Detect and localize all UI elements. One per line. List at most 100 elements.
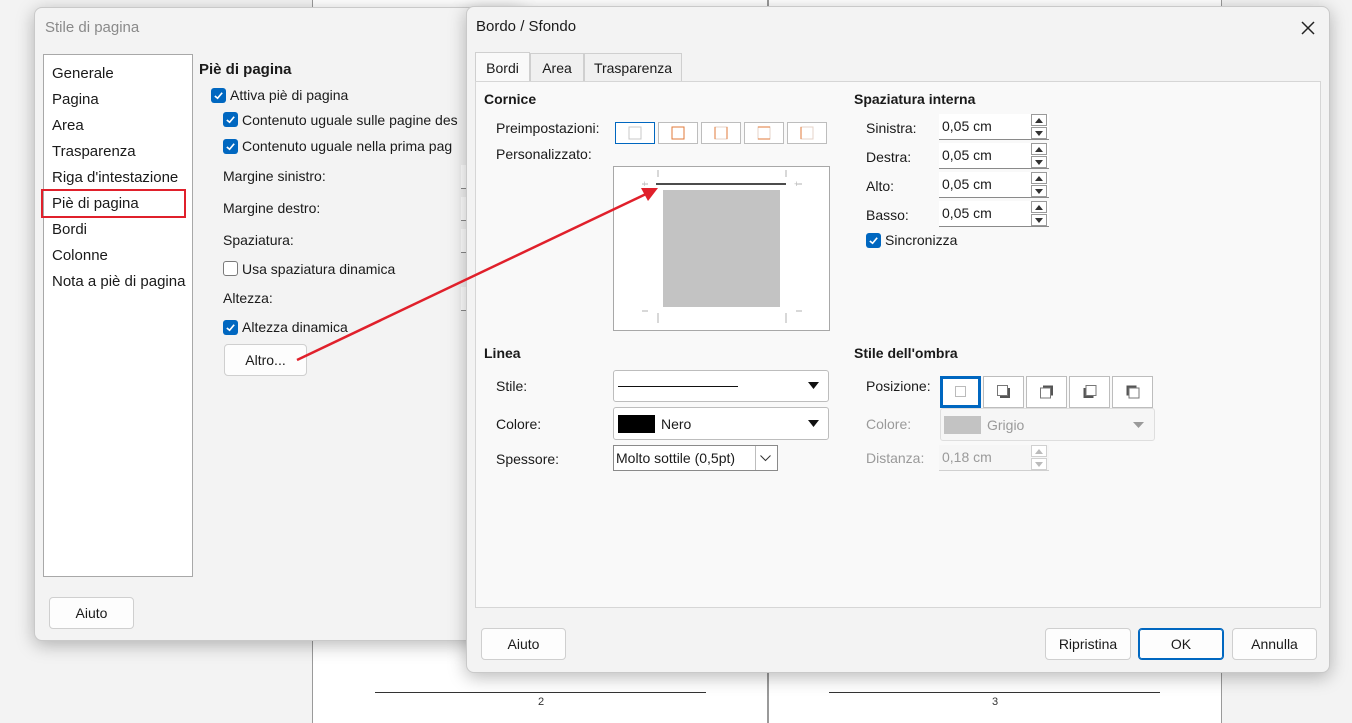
- spin-up-icon[interactable]: [1031, 201, 1047, 213]
- shadow-distance-label: Distanza:: [866, 450, 925, 466]
- preset-top-bottom-icon: [757, 126, 771, 140]
- custom-label: Personalizzato:: [496, 146, 592, 162]
- spin-up-icon[interactable]: [1031, 445, 1047, 457]
- padding-top-value: 0,05 cm: [942, 176, 992, 192]
- preset-none-button[interactable]: [615, 122, 655, 144]
- preset-box-button[interactable]: [658, 122, 698, 144]
- section-title: Piè di pagina: [199, 61, 292, 78]
- shadow-distance-value: 0,18 cm: [942, 449, 992, 465]
- height-label: Altezza:: [223, 290, 273, 306]
- footer-line-right: [829, 692, 1160, 693]
- activate-footer-label: Attiva piè di pagina: [230, 87, 349, 103]
- padding-bottom-value: 0,05 cm: [942, 205, 992, 221]
- dynamic-height-label: Altezza dinamica: [242, 319, 348, 335]
- cancel-button[interactable]: Annulla: [1232, 628, 1317, 660]
- padding-bottom-label: Basso:: [866, 207, 909, 223]
- same-content-first-label: Contenuto uguale nella prima pag: [242, 138, 453, 154]
- nav-item-riga-intestazione[interactable]: Riga d'intestazione: [52, 169, 178, 186]
- frame-section-title: Cornice: [484, 91, 537, 107]
- spin-down-icon[interactable]: [1031, 185, 1047, 197]
- activate-footer-checkbox[interactable]: [211, 88, 226, 103]
- preset-none-icon: [628, 126, 642, 140]
- spin-down-icon[interactable]: [1031, 214, 1047, 226]
- presets-label: Preimpostazioni:: [496, 120, 600, 136]
- sync-checkbox[interactable]: [866, 233, 881, 248]
- help-button[interactable]: Aiuto: [481, 628, 566, 660]
- right-margin-label: Margine destro:: [223, 200, 321, 216]
- page-style-dialog: Stile di pagina Generale Pagina Area Tra…: [34, 7, 524, 641]
- padding-left-value: 0,05 cm: [942, 118, 992, 134]
- shadow-bottom-right-button[interactable]: [983, 376, 1024, 408]
- nav-item-colonne[interactable]: Colonne: [52, 247, 108, 264]
- nav-item-nota[interactable]: Nota a piè di pagina: [52, 273, 185, 290]
- line-style-preview: [618, 386, 738, 387]
- padding-top-label: Alto:: [866, 178, 895, 194]
- tab-trasparenza[interactable]: Trasparenza: [584, 53, 682, 81]
- sync-label: Sincronizza: [885, 232, 958, 248]
- nav-item-bordi[interactable]: Bordi: [52, 221, 87, 238]
- shadow-color-select[interactable]: Grigio: [940, 408, 1155, 441]
- preset-left-right-icon: [714, 126, 728, 140]
- svg-text:+: +: [794, 179, 799, 189]
- shadow-color-value: Grigio: [987, 417, 1025, 433]
- padding-right-field[interactable]: 0,05 cm: [939, 143, 1049, 169]
- shadow-bottom-left-button[interactable]: [1069, 376, 1110, 408]
- padding-top-field[interactable]: 0,05 cm: [939, 172, 1049, 198]
- shadow-none-button[interactable]: [940, 376, 981, 408]
- spin-up-icon[interactable]: [1031, 114, 1047, 126]
- same-content-first-checkbox[interactable]: [223, 139, 238, 154]
- spin-down-icon[interactable]: [1031, 156, 1047, 168]
- category-list[interactable]: Generale Pagina Area Trasparenza Riga d'…: [41, 54, 193, 577]
- preview-content: [663, 190, 780, 307]
- nav-item-area[interactable]: Area: [52, 117, 84, 134]
- shadow-top-left-button[interactable]: [1112, 376, 1153, 408]
- nav-item-pagina[interactable]: Pagina: [52, 91, 99, 108]
- shadow-top-right-icon: [1039, 385, 1053, 399]
- shadow-distance-field[interactable]: 0,18 cm: [939, 445, 1049, 471]
- preset-left-right-button[interactable]: [701, 122, 741, 144]
- border-background-dialog: Bordo / Sfondo Bordi Area Trasparenza Co…: [466, 6, 1330, 673]
- footer-line-left: [375, 692, 706, 693]
- padding-left-field[interactable]: 0,05 cm: [939, 114, 1049, 140]
- line-width-label: Spessore:: [496, 451, 560, 467]
- spin-down-icon[interactable]: [1031, 458, 1047, 470]
- spin-up-icon[interactable]: [1031, 143, 1047, 155]
- shadow-section-title: Stile dell'ombra: [854, 345, 958, 361]
- preset-top-bottom-button[interactable]: [744, 122, 784, 144]
- ok-button[interactable]: OK: [1138, 628, 1224, 660]
- dropdown-arrow-icon: [1133, 422, 1144, 428]
- spacing-label: Spaziatura:: [223, 232, 294, 248]
- page-number-left: 2: [537, 696, 545, 708]
- border-preview[interactable]: + +: [613, 166, 830, 331]
- tab-area[interactable]: Area: [530, 53, 584, 81]
- line-width-select[interactable]: Molto sottile (0,5pt): [613, 445, 778, 471]
- dialog-title: Bordo / Sfondo: [476, 18, 577, 35]
- help-button[interactable]: Aiuto: [49, 597, 134, 629]
- more-button[interactable]: Altro...: [224, 344, 307, 376]
- reset-button[interactable]: Ripristina: [1045, 628, 1131, 660]
- nav-item-trasparenza[interactable]: Trasparenza: [52, 143, 136, 160]
- same-content-sides-checkbox[interactable]: [223, 112, 238, 127]
- dialog-title: Stile di pagina: [45, 19, 140, 36]
- dropdown-arrow-icon: [808, 382, 819, 389]
- tab-bordi[interactable]: Bordi: [475, 52, 530, 82]
- dynamic-spacing-checkbox[interactable]: [223, 261, 238, 276]
- padding-bottom-field[interactable]: 0,05 cm: [939, 201, 1049, 227]
- preset-left-icon: [800, 126, 814, 140]
- shadow-color-label: Colore:: [866, 416, 912, 432]
- same-content-sides-label: Contenuto uguale sulle pagine des: [242, 112, 458, 128]
- close-icon[interactable]: [1295, 15, 1321, 41]
- line-color-select[interactable]: Nero: [613, 407, 829, 440]
- preset-left-button[interactable]: [787, 122, 827, 144]
- dynamic-height-checkbox[interactable]: [223, 320, 238, 335]
- spin-up-icon[interactable]: [1031, 172, 1047, 184]
- dynamic-spacing-label: Usa spaziatura dinamica: [242, 261, 396, 277]
- nav-item-pie-di-pagina[interactable]: Piè di pagina: [52, 195, 139, 212]
- page-number-right: 3: [991, 696, 999, 708]
- nav-item-generale[interactable]: Generale: [52, 65, 114, 82]
- color-swatch: [618, 415, 655, 433]
- shadow-top-right-button[interactable]: [1026, 376, 1067, 408]
- shadow-position-label: Posizione:: [866, 378, 931, 394]
- line-style-select[interactable]: [613, 370, 829, 402]
- spin-down-icon[interactable]: [1031, 127, 1047, 139]
